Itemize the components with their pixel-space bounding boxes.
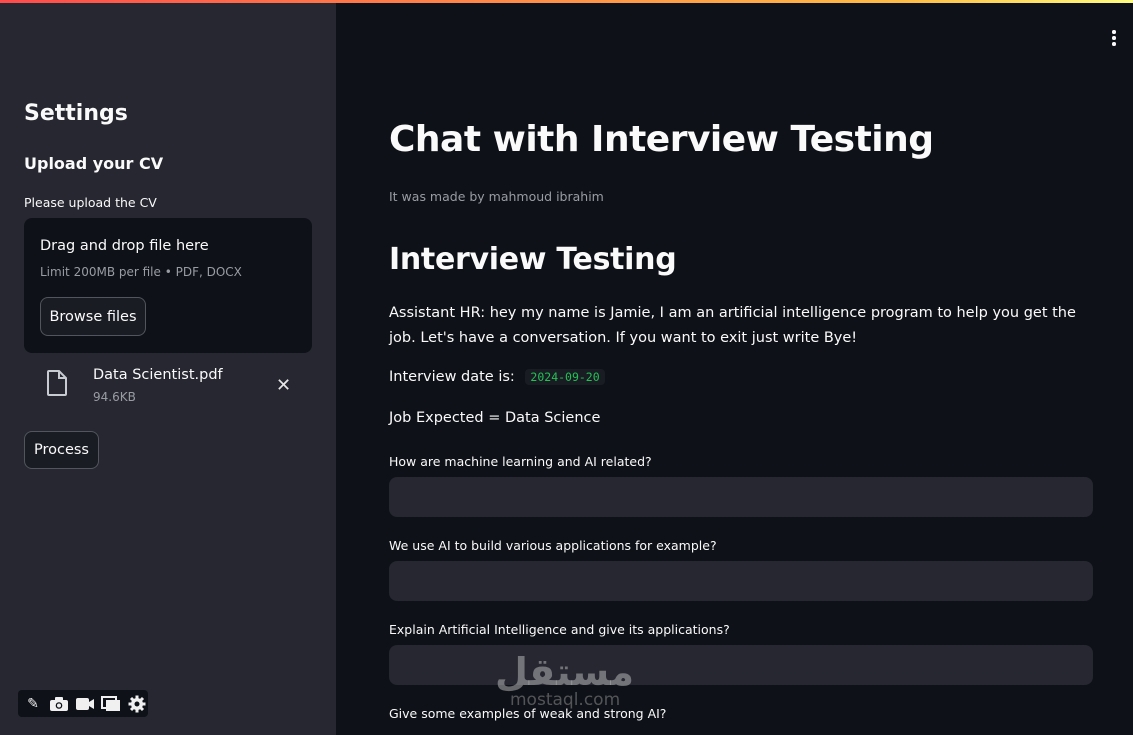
watermark-url: mostaql.com xyxy=(510,690,621,710)
page-caption: It was made by mahmoud ibrahim xyxy=(389,189,604,204)
upload-label: Please upload the CV xyxy=(24,195,157,210)
interview-date-value: 2024-09-20 xyxy=(525,369,605,385)
dropzone-limit: Limit 200MB per file • PDF, DOCX xyxy=(40,265,242,279)
screen-capture-toolbar: ✎ xyxy=(18,690,148,717)
job-expected-line: Job Expected = Data Science xyxy=(389,410,601,426)
browse-files-button[interactable]: Browse files xyxy=(40,297,146,336)
answer-input[interactable] xyxy=(389,477,1093,517)
process-button[interactable]: Process xyxy=(24,431,99,469)
main-content: Chat with Interview Testing It was made … xyxy=(336,3,1133,735)
video-icon[interactable] xyxy=(74,693,96,715)
close-icon[interactable]: ✕ xyxy=(276,377,291,395)
uploaded-file-row: Data Scientist.pdf 94.6KB ✕ xyxy=(24,363,312,411)
more-vertical-icon[interactable] xyxy=(1106,29,1122,47)
interview-date-line: Interview date is: 2024-09-20 xyxy=(389,369,605,385)
page-title: Chat with Interview Testing xyxy=(389,119,934,160)
upload-header: Upload your CV xyxy=(24,154,164,173)
interview-date-label: Interview date is: xyxy=(389,369,515,385)
section-title: Interview Testing xyxy=(389,242,677,277)
dropzone-title: Drag and drop file here xyxy=(40,238,209,254)
sidebar-title: Settings xyxy=(24,101,128,126)
uploaded-file-size: 94.6KB xyxy=(93,390,136,404)
question-label: Explain Artificial Intelligence and give… xyxy=(389,622,730,637)
question-label: How are machine learning and AI related? xyxy=(389,454,652,469)
sidebar: Settings Upload your CV Please upload th… xyxy=(0,3,336,735)
camera-icon[interactable] xyxy=(48,693,70,715)
uploaded-file-name: Data Scientist.pdf xyxy=(93,367,223,383)
gear-icon[interactable] xyxy=(126,693,148,715)
file-dropzone[interactable]: Drag and drop file here Limit 200MB per … xyxy=(24,218,312,353)
question-label: We use AI to build various applications … xyxy=(389,538,717,553)
windows-icon[interactable] xyxy=(100,693,122,715)
document-icon xyxy=(47,370,67,396)
assistant-message: Assistant HR: hey my name is Jamie, I am… xyxy=(389,305,1076,346)
pen-icon[interactable]: ✎ xyxy=(22,693,44,715)
answer-input[interactable] xyxy=(389,561,1093,601)
watermark-logo: مستقل xyxy=(495,650,634,694)
